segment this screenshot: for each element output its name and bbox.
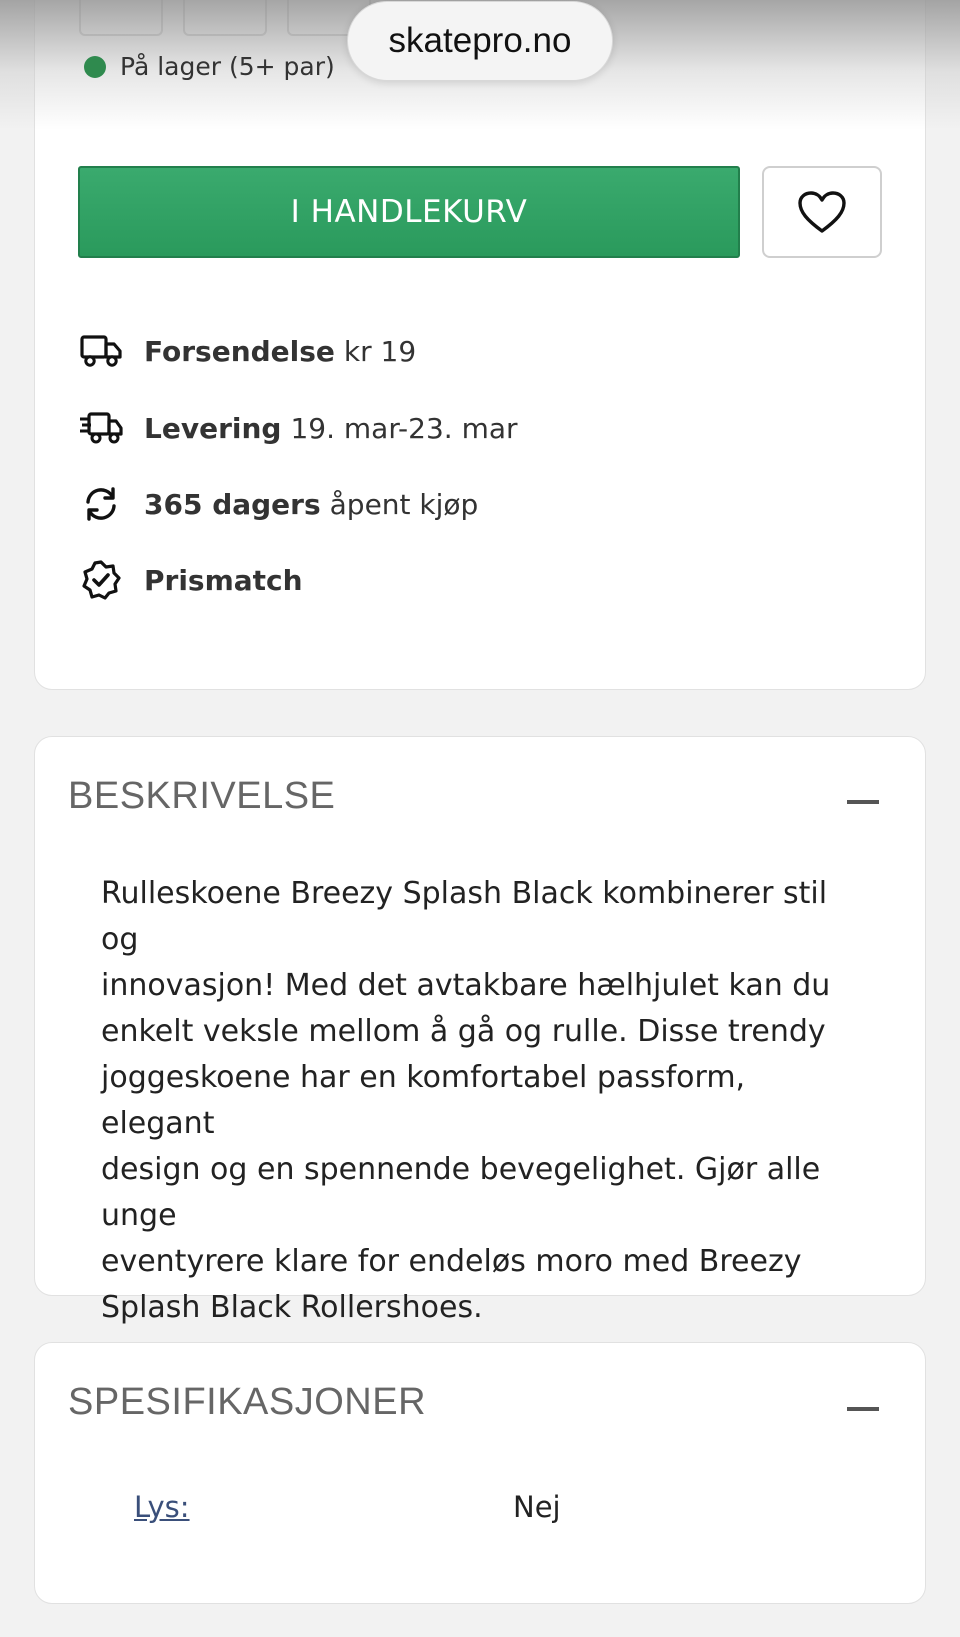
shipping-row: Forsendelse kr 19	[78, 331, 416, 371]
spec-value: Nej	[513, 1490, 561, 1524]
shipping-price: kr 19	[343, 334, 417, 368]
truck-icon	[78, 331, 124, 371]
description-panel: BESKRIVELSE Rulleskoene Breezy Splash Bl…	[34, 736, 926, 1325]
description-text: Rulleskoene Breezy Splash Black kombiner…	[101, 871, 861, 1331]
return-policy-row: 365 dagers åpent kjøp	[78, 484, 478, 524]
description-line: eventyrere klare for endeløs moro med Br…	[101, 1244, 802, 1279]
description-title: BESKRIVELSE	[68, 775, 336, 817]
add-to-cart-button[interactable]: I HANDLEKURV	[78, 166, 740, 258]
description-line: innovasjon! Med det avtakbare hælhjulet …	[101, 968, 831, 1003]
url-text: skatepro.no	[388, 21, 572, 60]
description-line: Splash Black Rollershoes.	[101, 1290, 483, 1325]
description-line: joggeskoene har en komfortabel passform,…	[101, 1060, 746, 1141]
in-stock-dot-icon	[84, 55, 106, 78]
description-line: Rulleskoene Breezy Splash Black kombiner…	[101, 876, 828, 957]
price-match-label: Prismatch	[144, 563, 303, 597]
add-to-cart-label: I HANDLEKURV	[290, 194, 528, 230]
stock-text: På lager (5+ par)	[120, 52, 335, 81]
shipping-label: Forsendelse	[144, 334, 335, 368]
heart-icon	[798, 191, 846, 233]
stock-status: På lager (5+ par)	[84, 52, 335, 81]
return-policy-text: åpent kjøp	[329, 487, 479, 521]
delivery-dates: 19. mar-23. mar	[290, 411, 518, 445]
wishlist-button[interactable]	[762, 166, 882, 258]
specifications-title: SPESIFIKASJONER	[68, 1381, 427, 1423]
collapse-specifications-icon[interactable]	[847, 1407, 879, 1411]
badge-check-icon	[78, 560, 124, 600]
return-days-label: 365 dagers	[144, 487, 321, 521]
delivery-row: Levering 19. mar-23. mar	[78, 408, 518, 448]
price-match-row: Prismatch	[78, 560, 312, 600]
description-line: design og en spennende bevegelighet. Gjø…	[101, 1152, 821, 1233]
collapse-description-icon[interactable]	[847, 800, 879, 804]
return-arrows-icon	[78, 484, 124, 524]
size-option-36[interactable]: 36	[79, 0, 163, 36]
fast-delivery-icon	[78, 408, 124, 448]
size-option-37[interactable]: 37	[183, 0, 267, 36]
spec-key-link[interactable]: Lys:	[134, 1490, 190, 1524]
delivery-label: Levering	[144, 411, 282, 445]
description-line: enkelt veksle mellom å gå og rulle. Diss…	[101, 1014, 826, 1049]
specifications-panel: SPESIFIKASJONER Lys: Nej	[34, 1342, 926, 1604]
url-bar[interactable]: skatepro.no	[347, 1, 613, 81]
